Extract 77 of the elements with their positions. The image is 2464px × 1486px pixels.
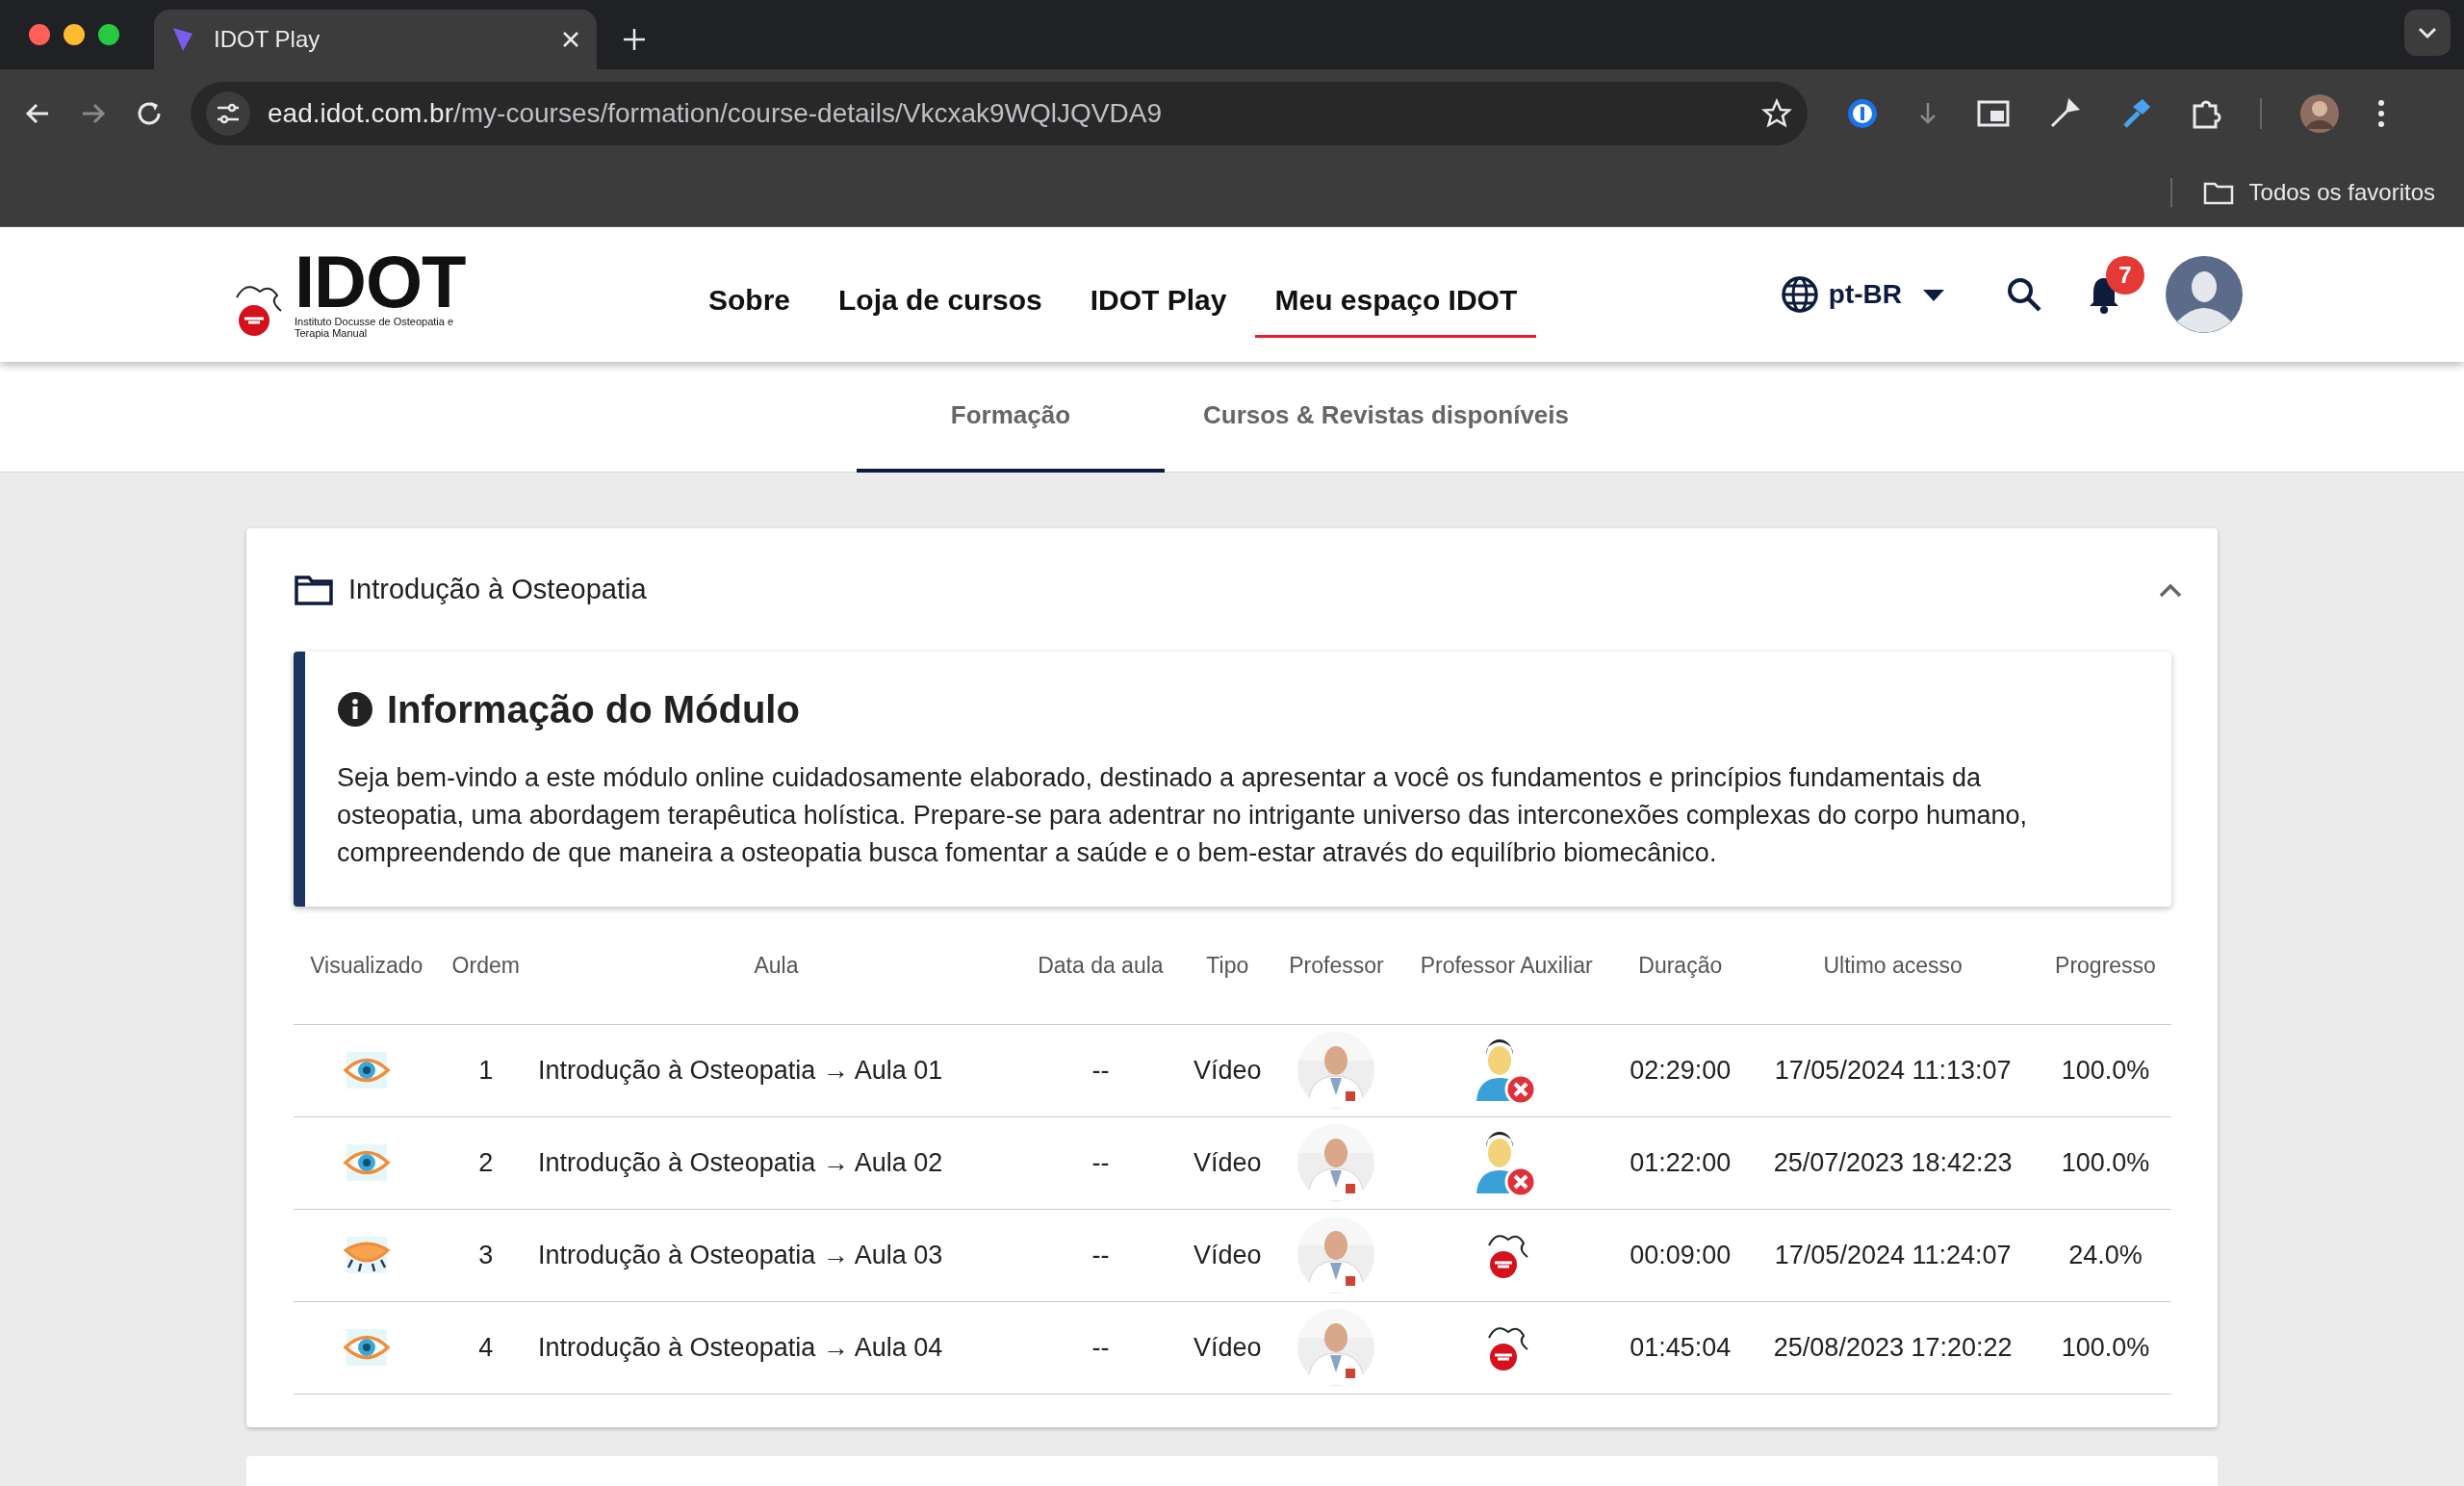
collapse-icon[interactable]: [2158, 582, 2183, 598]
info-icon: [337, 691, 373, 728]
table-cell: 25/07/2023 18:42:23: [1746, 1116, 2040, 1210]
info-title: Informação do Módulo: [387, 687, 800, 732]
close-window-button[interactable]: [29, 24, 50, 45]
download-icon[interactable]: [1917, 101, 1938, 126]
profile-avatar-icon[interactable]: [2300, 94, 2339, 133]
nav-link[interactable]: Loja de cursos: [819, 270, 1062, 338]
column-header: Tipo: [1206, 952, 1249, 978]
table-cell: Vídeo: [1180, 1209, 1274, 1302]
puzzle-icon[interactable]: [2191, 98, 2221, 129]
logo-text: IDOT: [295, 249, 467, 316]
nav-link[interactable]: Sobre: [689, 270, 810, 338]
tab-search-button[interactable]: [2404, 10, 2451, 56]
table-cell: Vídeo: [1180, 1116, 1274, 1210]
column-header: Ultimo acesso: [1823, 952, 1963, 978]
folder-icon: [295, 575, 333, 605]
table-cell: 17/05/2024 11:13:07: [1746, 1024, 2040, 1117]
table-cell: 17/05/2024 11:24:07: [1746, 1209, 2040, 1302]
table-cell: --: [1019, 1116, 1181, 1210]
table-cell: 100.0%: [2039, 1024, 2171, 1117]
site-settings-icon[interactable]: [216, 102, 241, 125]
globe-icon: [1780, 275, 1819, 314]
lesson-title[interactable]: Introdução à Osteopatia → Aula 04: [532, 1301, 1020, 1395]
bookmark-folder[interactable]: Todos os favoritos: [2202, 174, 2435, 210]
module-title[interactable]: Introdução à Osteopatia: [348, 569, 2143, 611]
column-header: Visualizado: [310, 952, 424, 978]
nav-link[interactable]: IDOT Play: [1070, 270, 1246, 338]
lesson-title[interactable]: Introdução à Osteopatia → Aula 02: [532, 1116, 1020, 1210]
tab[interactable]: Cursos & Revistas disponíveis: [1165, 362, 1607, 473]
url-path: /my-courses/formation/course-details/Vkcxak9WQlJQVDA9: [453, 98, 1162, 128]
chevron-down-icon: [2417, 26, 2438, 39]
table-cell: 1: [439, 1024, 532, 1117]
lesson-title[interactable]: Introdução à Osteopatia → Aula 03: [532, 1209, 1020, 1302]
notification-count: 7: [2106, 256, 2144, 295]
column-header: Ordem: [451, 952, 520, 978]
tab[interactable]: Formação: [857, 362, 1165, 473]
column-header: Professor: [1289, 952, 1384, 978]
plus-icon[interactable]: [622, 27, 647, 52]
table-cell: Vídeo: [1180, 1024, 1274, 1117]
lesson-title[interactable]: Introdução à Osteopatia → Aula 01: [532, 1024, 1020, 1117]
caret-icon: [1923, 289, 1944, 301]
table-cell: 100.0%: [2039, 1301, 2171, 1395]
column-header: Duração: [1638, 952, 1723, 978]
table-cell: --: [1019, 1209, 1181, 1302]
search-icon[interactable]: [2006, 276, 2042, 313]
table-cell: 25/08/2023 17:20:22: [1746, 1301, 2040, 1395]
table-cell: Vídeo: [1180, 1301, 1274, 1395]
star-icon[interactable]: [1761, 98, 1792, 129]
table-cell: 4: [439, 1301, 532, 1395]
user-avatar[interactable]: [2166, 256, 2243, 333]
info-text: Seja bem-vindo a este módulo online cuidadosamente elaborado, destinado a apresentar a você os fundamentos e princípios fundamentais da osteopatia, uma abordagem terapêutica holística. Prepare-se para adentrar no intrigante universo das interconexões complexas do corpo humano, compreendendo de que maneira a osteopatia busca fomentar a saúde e o bem-estar através do equilíbrio biomecânico.: [337, 762, 2029, 870]
password-icon[interactable]: [1846, 97, 1879, 130]
minimize-window-button[interactable]: [64, 24, 85, 45]
table-cell: 100.0%: [2039, 1116, 2171, 1210]
url-host: ead.idot.com.br: [268, 98, 453, 128]
column-header: Data da aula: [1038, 952, 1164, 978]
table-cell: --: [1019, 1301, 1181, 1395]
language-selector[interactable]: pt-BR: [1780, 274, 1944, 315]
nav-link[interactable]: Meu espaço IDOT: [1255, 270, 1537, 338]
address-bar[interactable]: ead.idot.com.br/my-courses/formation/course-details/Vkcxak9WQlJQVDA9: [191, 82, 1808, 145]
table-cell: 01:22:00: [1614, 1116, 1747, 1210]
table-cell: 3: [439, 1209, 532, 1302]
maximize-window-button[interactable]: [98, 24, 119, 45]
column-header: Progresso: [2055, 952, 2156, 978]
more-icon[interactable]: [2377, 99, 2385, 128]
column-header: Professor Auxiliar: [1420, 952, 1593, 978]
table-cell: 2: [439, 1116, 532, 1210]
eyedropper-icon[interactable]: [2048, 97, 2081, 130]
table-cell: 02:29:00: [1614, 1024, 1747, 1117]
column-header: Aula: [754, 952, 799, 978]
table-cell: 24.0%: [2039, 1209, 2171, 1302]
table-cell: 00:09:00: [1614, 1209, 1747, 1302]
picture-in-picture-icon[interactable]: [1977, 100, 2010, 127]
table-cell: --: [1019, 1024, 1181, 1117]
logo-subtitle: Instituto Docusse de Osteopatia e Terapia Manual: [295, 315, 455, 340]
table-cell: 01:45:04: [1614, 1301, 1747, 1395]
